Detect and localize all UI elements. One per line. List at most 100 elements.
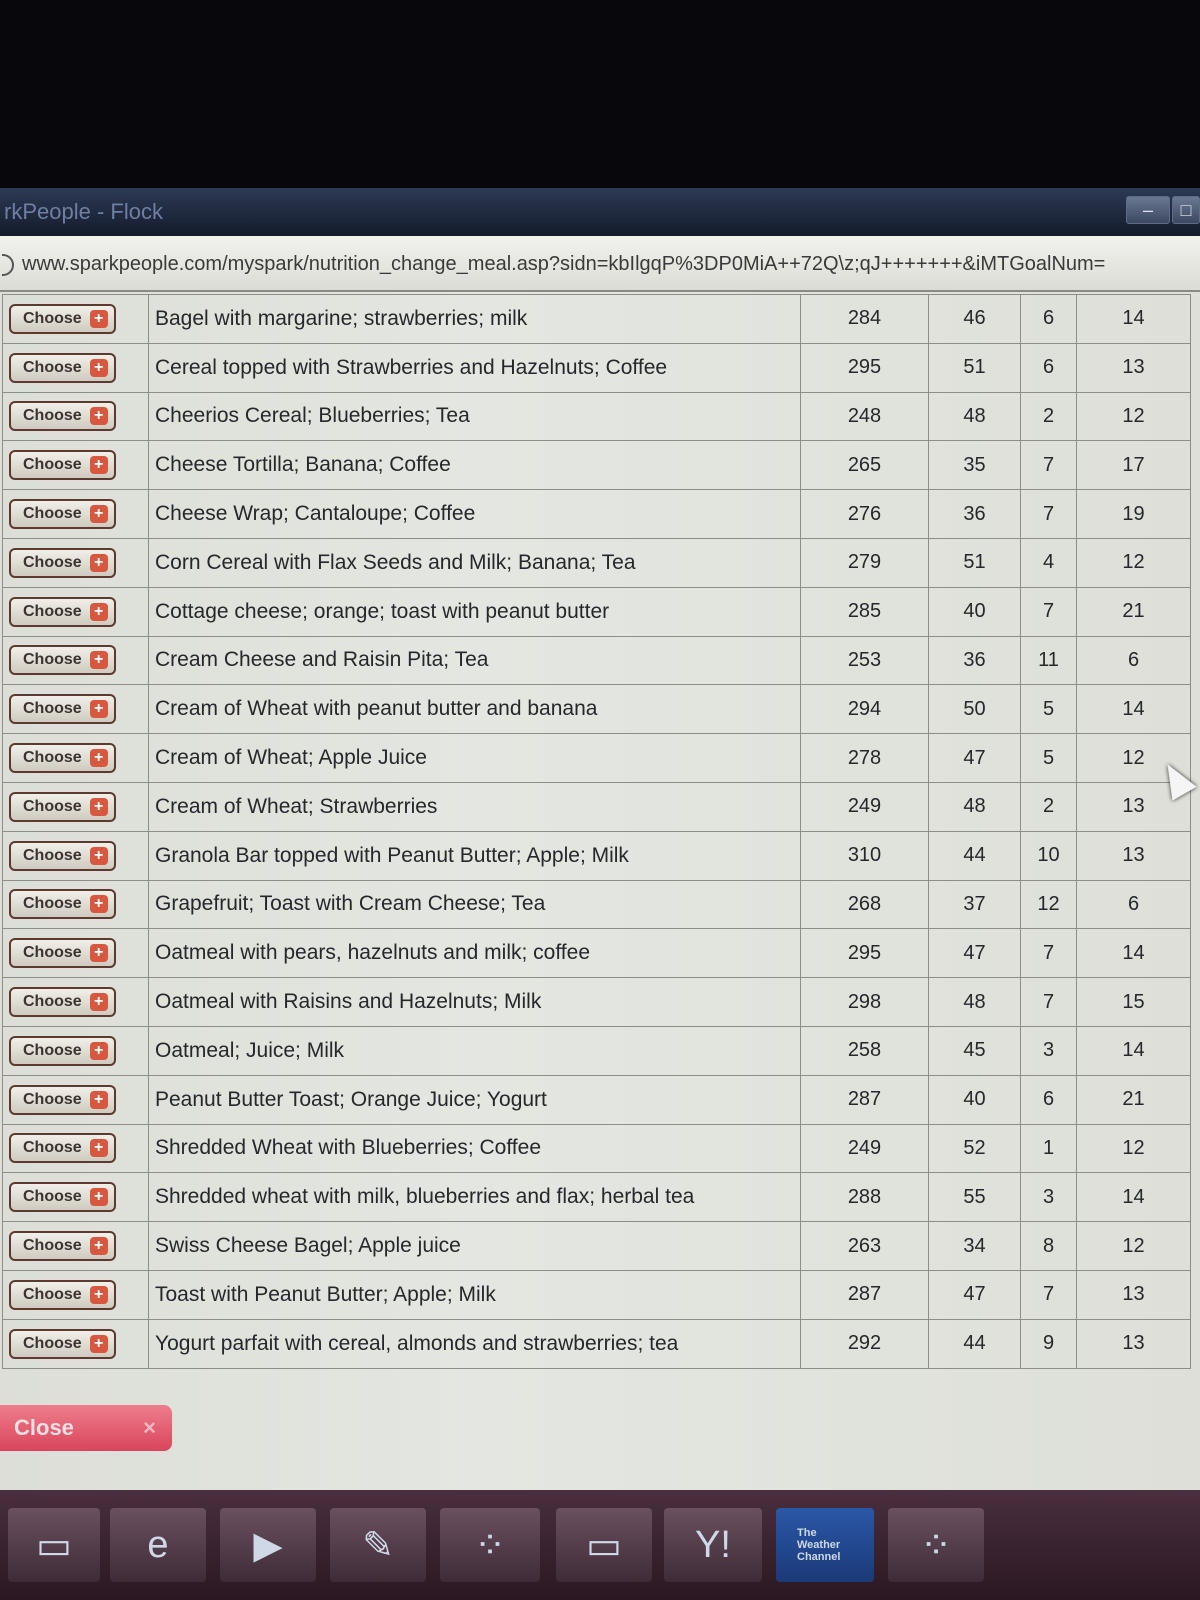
choose-button[interactable]: Choose + xyxy=(9,645,116,676)
protein-value: 14 xyxy=(1076,1025,1191,1076)
media-player-icon[interactable]: ▶ xyxy=(220,1508,316,1582)
table-row: Choose + Cream of Wheat; Strawberries 249 48… xyxy=(2,781,1191,832)
choose-cell: Choose + xyxy=(2,440,149,491)
table-row: Choose + Peanut Butter Toast; Orange Juice… xyxy=(2,1074,1191,1125)
protein-value: 14 xyxy=(1076,1172,1191,1223)
choose-button[interactable]: Choose + xyxy=(9,889,116,920)
table-row: Choose + Cheese Tortilla; Banana; Coffee 26… xyxy=(2,440,1191,491)
plus-icon: + xyxy=(89,309,108,328)
plus-icon: + xyxy=(89,505,108,524)
minimize-button[interactable]: – xyxy=(1126,196,1170,224)
calories-value: 276 xyxy=(800,489,929,539)
folder-icon[interactable]: ▭ xyxy=(556,1508,652,1582)
meal-name: Cream of Wheat; Apple Juice xyxy=(148,733,801,783)
choose-button[interactable]: Choose + xyxy=(9,1231,116,1262)
table-row: Choose + Cheese Wrap; Cantaloupe; Coffee 27… xyxy=(2,489,1191,539)
fat-value: 11 xyxy=(1020,635,1077,686)
choose-button-label: Choose xyxy=(23,651,82,669)
page-icon xyxy=(2,253,14,276)
plus-icon: + xyxy=(89,602,108,621)
weather-channel-icon[interactable]: The Weather Channel xyxy=(776,1508,874,1582)
plus-icon: + xyxy=(89,407,108,426)
fat-value: 5 xyxy=(1020,733,1077,783)
fat-value: 2 xyxy=(1020,391,1077,442)
choose-button[interactable]: Choose + xyxy=(9,1133,116,1164)
meal-name: Swiss Cheese Bagel; Apple juice xyxy=(148,1221,801,1271)
choose-button[interactable]: Choose + xyxy=(9,1035,116,1066)
meal-name: Cheese Wrap; Cantaloupe; Coffee xyxy=(148,489,801,539)
meal-name: Grapefruit; Toast with Cream Cheese; Tea xyxy=(148,879,801,930)
plus-icon: + xyxy=(89,749,108,768)
choose-button-label: Choose xyxy=(23,602,82,620)
table-row: Choose + Grapefruit; Toast with Cream Chee… xyxy=(2,879,1191,930)
yahoo-messenger-icon[interactable]: Y! xyxy=(664,1508,762,1582)
calories-value: 268 xyxy=(800,879,929,930)
choose-button[interactable]: Choose + xyxy=(9,1328,116,1359)
choose-button[interactable]: Choose + xyxy=(9,303,116,334)
fat-value: 10 xyxy=(1020,830,1077,881)
choose-cell: Choose + xyxy=(2,635,149,686)
network-icon[interactable]: ⁘ xyxy=(888,1508,984,1582)
plus-icon: + xyxy=(89,1285,108,1304)
plus-icon: + xyxy=(89,358,108,377)
meal-list-panel: Choose + Bagel with margarine; strawberrie… xyxy=(0,292,1200,1490)
close-button[interactable]: Close × xyxy=(0,1405,172,1451)
choose-button[interactable]: Choose + xyxy=(9,547,116,578)
choose-cell: Choose + xyxy=(2,1123,149,1174)
calories-value: 258 xyxy=(800,1025,929,1076)
choose-button[interactable]: Choose + xyxy=(9,1182,116,1213)
choose-button[interactable]: Choose + xyxy=(9,694,116,725)
choose-button[interactable]: Choose + xyxy=(9,840,116,871)
url-text[interactable]: www.sparkpeople.com/myspark/nutrition_ch… xyxy=(22,253,1105,275)
choose-button[interactable]: Choose + xyxy=(9,1279,116,1310)
calories-value: 249 xyxy=(800,781,929,832)
fat-value: 7 xyxy=(1020,1269,1077,1320)
maximize-button[interactable]: □ xyxy=(1172,196,1200,224)
carbs-value: 45 xyxy=(928,1025,1021,1076)
calories-value: 292 xyxy=(800,1318,929,1369)
choose-button[interactable]: Choose + xyxy=(9,1084,116,1115)
fat-value: 7 xyxy=(1020,489,1077,539)
choose-button-label: Choose xyxy=(23,846,82,864)
choose-button[interactable]: Choose + xyxy=(9,499,116,530)
protein-value: 19 xyxy=(1076,489,1191,539)
choose-cell: Choose + xyxy=(2,1221,149,1271)
taskbar-glyph: ✎ xyxy=(362,1524,394,1567)
fat-value: 9 xyxy=(1020,1318,1077,1369)
address-bar[interactable]: www.sparkpeople.com/myspark/nutrition_ch… xyxy=(0,236,1200,292)
fat-value: 4 xyxy=(1020,537,1077,588)
paint-icon[interactable]: ✎ xyxy=(330,1508,426,1582)
carbs-value: 50 xyxy=(928,684,1021,735)
choose-cell: Choose + xyxy=(2,1269,149,1320)
fat-value: 7 xyxy=(1020,440,1077,491)
folder-icon[interactable]: ▭ xyxy=(8,1508,100,1582)
fat-value: 3 xyxy=(1020,1172,1077,1223)
choose-cell: Choose + xyxy=(2,977,149,1027)
meal-name: Bagel with margarine; strawberries; milk xyxy=(148,294,801,344)
protein-value: 14 xyxy=(1076,294,1191,344)
network-icon[interactable]: ⁘ xyxy=(440,1508,540,1582)
carbs-value: 48 xyxy=(928,977,1021,1027)
carbs-value: 36 xyxy=(928,489,1021,539)
choose-cell: Choose + xyxy=(2,684,149,735)
close-icon: × xyxy=(143,1415,156,1440)
window-title-bar: rkPeople - Flock xyxy=(0,188,1200,236)
choose-button[interactable]: Choose + xyxy=(9,791,116,822)
plus-icon: + xyxy=(89,700,108,719)
calories-value: 295 xyxy=(800,928,929,979)
choose-button[interactable]: Choose + xyxy=(9,401,116,432)
table-row: Choose + Cream of Wheat; Apple Juice 278 47 5… xyxy=(2,733,1191,783)
table-row: Choose + Yogurt parfait with cereal, almon… xyxy=(2,1318,1191,1369)
choose-button[interactable]: Choose + xyxy=(9,743,116,774)
protein-value: 6 xyxy=(1076,879,1191,930)
choose-button[interactable]: Choose + xyxy=(9,450,116,481)
choose-button[interactable]: Choose + xyxy=(9,596,116,627)
calories-value: 287 xyxy=(800,1074,929,1125)
fat-value: 7 xyxy=(1020,928,1077,979)
choose-cell: Choose + xyxy=(2,586,149,637)
choose-button[interactable]: Choose + xyxy=(9,352,116,383)
taskbar-glyph: e xyxy=(147,1523,169,1566)
choose-button[interactable]: Choose + xyxy=(9,987,116,1018)
choose-button[interactable]: Choose + xyxy=(9,938,116,969)
internet-explorer-icon[interactable]: e xyxy=(110,1508,206,1582)
